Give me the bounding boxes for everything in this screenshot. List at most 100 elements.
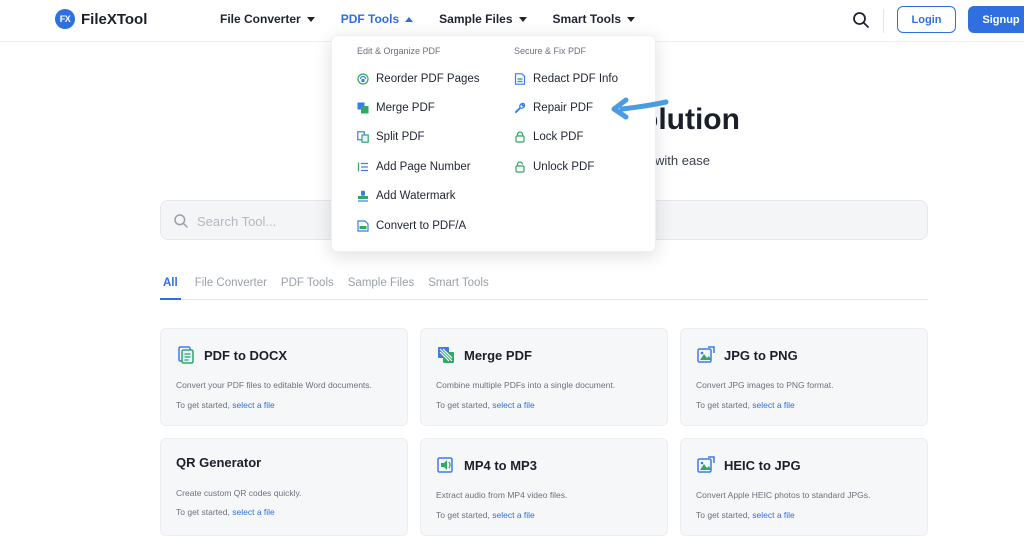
tab-all[interactable]: All (160, 277, 181, 300)
menu-item-label: Add Page Number (376, 160, 471, 173)
dropdown-column-edit-organize: Edit & Organize PDF Reorder PDF Pages Me… (357, 46, 480, 240)
nav-smart-tools[interactable]: Smart Tools (553, 12, 635, 26)
logo-text: FileXTool (81, 10, 148, 28)
site-logo[interactable]: FX FileXTool (55, 9, 147, 29)
search-icon (174, 214, 188, 228)
menu-item-repair-pdf[interactable]: Repair PDF (514, 93, 618, 122)
login-button[interactable]: Login (897, 6, 956, 33)
tool-card-jpg-to-png[interactable]: JPG to PNG Convert JPG images to PNG for… (680, 328, 928, 426)
card-title: JPG to PNG (724, 347, 798, 363)
card-title: HEIC to JPG (724, 457, 801, 473)
card-cta: To get started, select a file (696, 510, 795, 520)
select-file-link[interactable]: select a file (752, 400, 795, 410)
select-file-link[interactable]: select a file (492, 510, 535, 520)
category-tabs: All File Converter PDF Tools Sample File… (160, 277, 928, 300)
tool-card-pdf-to-docx[interactable]: PDF to DOCX Convert your PDF files to ed… (160, 328, 408, 426)
card-cta: To get started, select a file (436, 400, 535, 410)
header-divider (883, 9, 884, 33)
menu-item-label: Redact PDF Info (533, 72, 619, 85)
menu-item-label: Split PDF (376, 131, 425, 144)
merge-icon (357, 102, 369, 114)
nav-label: Smart Tools (552, 12, 621, 26)
image-icon (697, 456, 715, 473)
audio-icon (437, 457, 453, 473)
card-description: Combine multiple PDFs into a single docu… (436, 380, 616, 390)
card-description: Create custom QR codes quickly. (176, 488, 302, 498)
cta-prefix: To get started, (436, 400, 490, 410)
nav-sample-files[interactable]: Sample Files (439, 12, 527, 26)
chevron-down-icon (518, 16, 527, 22)
cta-prefix: To get started, (436, 510, 490, 520)
card-description: Convert your PDF files to editable Word … (176, 380, 372, 390)
menu-item-label: Merge PDF (376, 102, 435, 115)
tool-card-qr-generator[interactable]: QR Generator Create custom QR codes quic… (160, 438, 408, 536)
tab-smart-tools[interactable]: Smart Tools (428, 277, 489, 300)
merge-icon (438, 347, 454, 363)
reorder-icon (357, 73, 369, 85)
menu-item-lock-pdf[interactable]: Lock PDF (514, 123, 618, 152)
tool-card-merge-pdf[interactable]: Merge PDF Combine multiple PDFs into a s… (420, 328, 668, 426)
cta-prefix: To get started, (176, 507, 230, 517)
menu-item-reorder-pdf-pages[interactable]: Reorder PDF Pages (357, 64, 480, 93)
dropdown-heading: Edit & Organize PDF (357, 46, 441, 56)
select-file-link[interactable]: select a file (232, 400, 275, 410)
dropdown-heading: Secure & Fix PDF (514, 46, 587, 56)
card-cta: To get started, select a file (176, 400, 275, 410)
main-nav: File Converter PDF Tools Sample Files Sm… (220, 12, 661, 26)
card-description: Convert Apple HEIC photos to standard JP… (696, 490, 871, 500)
menu-item-merge-pdf[interactable]: Merge PDF (357, 93, 480, 122)
tab-file-converter[interactable]: File Converter (195, 277, 267, 300)
search-icon[interactable] (852, 11, 870, 29)
card-title: Merge PDF (464, 347, 532, 363)
card-cta: To get started, select a file (176, 507, 275, 517)
unlock-icon (515, 161, 525, 173)
menu-item-label: Lock PDF (533, 131, 584, 144)
cta-prefix: To get started, (696, 510, 750, 520)
chevron-up-icon (405, 16, 414, 22)
pdfa-icon (357, 220, 369, 232)
select-file-link[interactable]: select a file (492, 400, 535, 410)
chevron-down-icon (306, 16, 315, 22)
pdf-tools-dropdown: Edit & Organize PDF Reorder PDF Pages Me… (331, 35, 656, 252)
card-title: MP4 to MP3 (464, 457, 537, 473)
signup-button[interactable]: Signup (968, 6, 1024, 33)
card-cta: To get started, select a file (436, 510, 535, 520)
card-title: QR Generator (176, 455, 262, 470)
menu-item-split-pdf[interactable]: Split PDF (357, 123, 480, 152)
menu-item-label: Add Watermark (376, 190, 456, 203)
split-icon (357, 131, 369, 144)
nav-pdf-tools[interactable]: PDF Tools (341, 12, 414, 26)
tab-sample-files[interactable]: Sample Files (348, 277, 414, 300)
list-number-icon (357, 162, 368, 172)
select-file-link[interactable]: select a file (752, 510, 795, 520)
nav-label: File Converter (220, 12, 301, 26)
menu-item-label: Repair PDF (533, 102, 594, 115)
dropdown-column-secure-fix: Secure & Fix PDF Redact PDF Info Repair … (514, 46, 618, 182)
menu-item-label: Unlock PDF (533, 160, 595, 173)
menu-item-unlock-pdf[interactable]: Unlock PDF (514, 152, 618, 181)
card-cta: To get started, select a file (696, 400, 795, 410)
tab-pdf-tools[interactable]: PDF Tools (281, 277, 334, 300)
lock-icon (515, 131, 525, 144)
hero-subtitle: with ease (655, 153, 710, 168)
menu-item-label: Reorder PDF Pages (376, 72, 480, 85)
redact-icon (514, 72, 526, 85)
stamp-icon (358, 191, 368, 202)
menu-item-add-watermark[interactable]: Add Watermark (357, 182, 480, 211)
menu-item-redact-pdf-info[interactable]: Redact PDF Info (514, 64, 618, 93)
menu-item-label: Convert to PDF/A (376, 219, 467, 232)
select-file-link[interactable]: select a file (232, 507, 275, 517)
docx-icon (178, 346, 194, 364)
tool-card-mp4-to-mp3[interactable]: MP4 to MP3 Extract audio from MP4 video … (420, 438, 668, 536)
nav-label: Sample Files (439, 12, 513, 26)
cta-prefix: To get started, (176, 400, 230, 410)
chevron-down-icon (627, 16, 635, 22)
nav-file-converter[interactable]: File Converter (220, 12, 315, 26)
image-icon (697, 346, 715, 363)
card-description: Extract audio from MP4 video files. (436, 490, 568, 500)
menu-item-add-page-number[interactable]: Add Page Number (357, 152, 480, 181)
tool-card-heic-to-jpg[interactable]: HEIC to JPG Convert Apple HEIC photos to… (680, 438, 928, 536)
menu-item-convert-to-pdfa[interactable]: Convert to PDF/A (357, 211, 480, 240)
annotation-arrow-icon (611, 97, 669, 120)
card-description: Convert JPG images to PNG format. (696, 380, 834, 390)
